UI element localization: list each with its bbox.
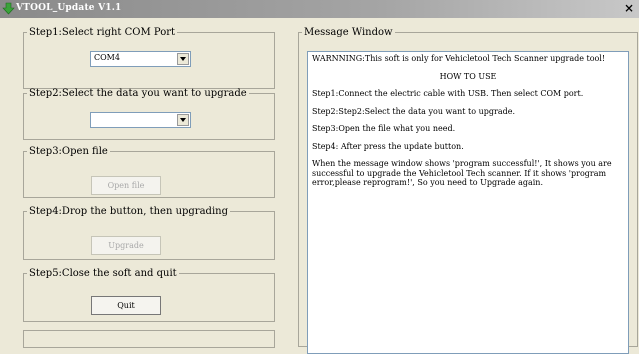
step2-legend: Step2:Select the data you want to upgrad… [29,88,247,99]
message-warning: WARNNING:This soft is only for Vehicleto… [312,54,606,63]
step4-group: Step4:Drop the button, then upgrading Up… [23,206,275,260]
quit-button[interactable]: Quit [91,296,161,315]
close-button[interactable]: × [622,1,636,15]
message-result: When the message window shows 'program s… [312,159,612,187]
message-step3: Step3:Open the file what you need. [312,124,456,133]
message-window-group: Message Window WARNNING:This soft is onl… [298,27,638,354]
message-step4: Step4: After press the update button. [312,141,464,151]
com-port-dropdown-arrow[interactable] [177,53,189,65]
message-how-to-use: HOW TO USE [439,71,497,81]
step5-legend: Step5:Close the soft and quit [29,268,177,279]
open-file-button[interactable]: Open file [91,176,161,195]
step5-group: Step5:Close the soft and quit Quit [23,268,275,322]
title-bar: VTOOL_Update V1.1 × [0,0,639,18]
message-window-legend: Message Window [304,27,393,38]
step3-legend: Step3:Open file [29,146,108,157]
status-bar [23,330,275,348]
message-step2: Step2:Step2:Select the data you want to … [312,106,515,116]
step2-group: Step2:Select the data you want to upgrad… [23,88,275,140]
message-step1: Step1:Connect the electric cable with US… [312,89,584,98]
chevron-down-icon [180,118,186,122]
step3-group: Step3:Open file Open file [23,146,275,198]
step4-legend: Step4:Drop the button, then upgrading [29,206,228,217]
window-title: VTOOL_Update V1.1 [16,3,122,13]
step1-legend: Step1:Select right COM Port [29,27,176,38]
com-port-select[interactable]: COM4 [90,51,191,67]
com-port-value: COM4 [94,53,120,62]
message-window-text[interactable]: WARNNING:This soft is only for Vehicleto… [307,51,629,354]
chevron-down-icon [180,57,186,61]
data-dropdown-arrow[interactable] [177,114,189,126]
app-arrow-icon [2,2,15,15]
upgrade-button[interactable]: Upgrade [91,236,161,255]
data-select[interactable] [90,112,191,128]
step1-group: Step1:Select right COM Port COM4 [23,27,275,89]
